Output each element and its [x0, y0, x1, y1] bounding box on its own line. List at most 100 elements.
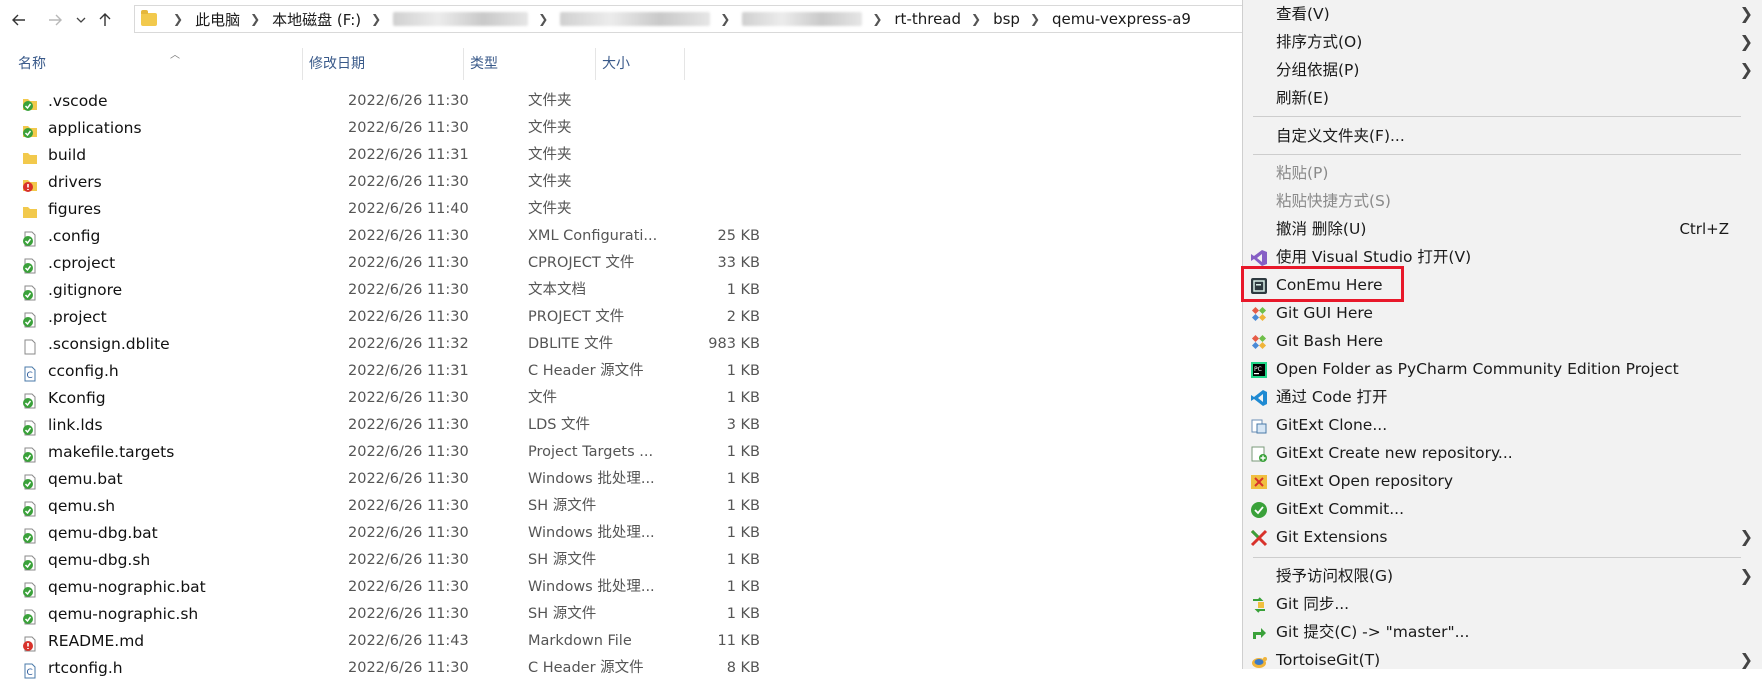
- file-row[interactable]: README.md 2022/6/26 11:43 Markdown File 11 …: [0, 628, 780, 655]
- menu-item-grant-access[interactable]: 授予访问权限(G) ❯: [1243, 562, 1762, 590]
- file-synced-icon: [22, 472, 38, 490]
- menu-item-refresh[interactable]: 刷新(E): [1243, 84, 1762, 112]
- menu-item-label: 粘贴(P): [1276, 164, 1329, 182]
- menu-item-git-gui-here[interactable]: Git GUI Here: [1243, 299, 1762, 327]
- menu-item-undo-delete[interactable]: 撤消 删除(U) Ctrl+Z: [1243, 215, 1762, 243]
- menu-item-label: TortoiseGit(T): [1276, 651, 1381, 669]
- file-row[interactable]: .vscode 2022/6/26 11:30 文件夹: [0, 88, 780, 115]
- menu-item-paste-shortcut[interactable]: 粘贴快捷方式(S): [1243, 187, 1762, 215]
- menu-item-gitext-commit[interactable]: GitExt Commit...: [1243, 495, 1762, 523]
- menu-item-customize-folder[interactable]: 自定义文件夹(F)...: [1243, 122, 1762, 150]
- file-size: 1 KB: [726, 498, 760, 514]
- menu-item-open-pycharm[interactable]: PC Open Folder as PyCharm Community Edit…: [1243, 355, 1762, 383]
- breadcrumb-redacted[interactable]: [560, 12, 711, 26]
- file-row[interactable]: Kconfig 2022/6/26 11:30 文件 1 KB: [0, 385, 780, 412]
- breadcrumb-current-folder[interactable]: qemu-vexpress-a9: [1052, 10, 1191, 28]
- file-row[interactable]: qemu-nographic.sh 2022/6/26 11:30 SH 源文件 1 …: [0, 601, 780, 628]
- menu-item-tortoisegit[interactable]: TortoiseGit(T) ❯: [1243, 646, 1762, 674]
- breadcrumb-this-pc[interactable]: 此电脑: [195, 9, 240, 30]
- file-row[interactable]: Ccconfig.h 2022/6/26 11:31 C Header 源文件 1 K…: [0, 358, 780, 385]
- menu-item-gitext-create-repo[interactable]: GitExt Create new repository...: [1243, 439, 1762, 467]
- breadcrumb-local-disk[interactable]: 本地磁盘 (F:): [272, 9, 361, 30]
- file-type: Markdown File: [528, 633, 632, 649]
- file-modified-icon: [22, 634, 38, 652]
- pycharm-icon: PC: [1251, 362, 1267, 378]
- breadcrumb-redacted[interactable]: [742, 12, 863, 26]
- file-date: 2022/6/26 11:30: [348, 579, 469, 595]
- file-row[interactable]: .gitignore 2022/6/26 11:30 文本文档 1 KB: [0, 277, 780, 304]
- breadcrumb-redacted[interactable]: [393, 12, 529, 26]
- recent-locations-button[interactable]: [70, 7, 92, 33]
- file-size: 983 KB: [708, 336, 760, 352]
- file-size: 33 KB: [717, 255, 760, 271]
- file-row[interactable]: qemu.sh 2022/6/26 11:30 SH 源文件 1 KB: [0, 493, 780, 520]
- file-row[interactable]: qemu-dbg.bat 2022/6/26 11:30 Windows 批处理..…: [0, 520, 780, 547]
- file-row[interactable]: qemu.bat 2022/6/26 11:30 Windows 批处理... 1 K…: [0, 466, 780, 493]
- file-row[interactable]: makefile.targets 2022/6/26 11:30 Project T…: [0, 439, 780, 466]
- file-synced-icon: [22, 391, 38, 409]
- forward-button[interactable]: [44, 7, 66, 33]
- breadcrumb-bsp[interactable]: bsp: [993, 10, 1020, 28]
- file-row[interactable]: drivers 2022/6/26 11:30 文件夹: [0, 169, 780, 196]
- menu-item-git-sync[interactable]: Git 同步...: [1243, 590, 1762, 618]
- file-synced-icon: [22, 310, 38, 328]
- menu-item-label: 查看(V): [1276, 5, 1330, 23]
- file-name: qemu-dbg.sh: [48, 551, 151, 569]
- file-row[interactable]: .project 2022/6/26 11:30 PROJECT 文件 2 KB: [0, 304, 780, 331]
- menu-item-gitext-open-repo[interactable]: GitExt Open repository: [1243, 467, 1762, 495]
- address-bar[interactable]: ❯ 此电脑 ❯ 本地磁盘 (F:) ❯ ❯ ❯ ❯ rt-thread ❯ bs…: [134, 5, 1349, 33]
- up-button[interactable]: [94, 7, 116, 33]
- file-row[interactable]: .sconsign.dblite 2022/6/26 11:32 DBLITE 文件…: [0, 331, 780, 358]
- file-type: PROJECT 文件: [528, 309, 625, 325]
- file-date: 2022/6/26 11:30: [348, 552, 469, 568]
- menu-item-git-bash-here[interactable]: Git Bash Here: [1243, 327, 1762, 355]
- shortcut-label: Ctrl+Z: [1679, 220, 1729, 238]
- chevron-right-icon: ❯: [173, 12, 184, 26]
- file-name: README.md: [48, 632, 145, 650]
- breadcrumb-rt-thread[interactable]: rt-thread: [894, 10, 961, 28]
- gitext-create-icon: [1251, 446, 1267, 462]
- file-row[interactable]: qemu-nographic.bat 2022/6/26 11:30 Windows…: [0, 574, 780, 601]
- folder-icon: [22, 148, 38, 164]
- file-row[interactable]: link.lds 2022/6/26 11:30 LDS 文件 3 KB: [0, 412, 780, 439]
- file-type: 文件夹: [528, 147, 572, 163]
- menu-separator: [1253, 154, 1741, 155]
- menu-item-view[interactable]: 查看(V) ❯: [1243, 0, 1762, 28]
- folder-modified-icon: [22, 175, 38, 192]
- file-row[interactable]: build 2022/6/26 11:31 文件夹: [0, 142, 780, 169]
- file-type: DBLITE 文件: [528, 336, 614, 352]
- menu-item-label: 通过 Code 打开: [1276, 388, 1388, 406]
- menu-item-paste[interactable]: 粘贴(P): [1243, 159, 1762, 187]
- menu-item-sort[interactable]: 排序方式(O) ❯: [1243, 28, 1762, 56]
- file-row[interactable]: figures 2022/6/26 11:40 文件夹: [0, 196, 780, 223]
- menu-item-gitext-clone[interactable]: GitExt Clone...: [1243, 411, 1762, 439]
- file-type: C Header 源文件: [528, 363, 644, 379]
- file-row[interactable]: qemu-dbg.sh 2022/6/26 11:30 SH 源文件 1 KB: [0, 547, 780, 574]
- file-synced-icon: [22, 580, 38, 598]
- file-type: CPROJECT 文件: [528, 255, 635, 271]
- context-menu: 查看(V) ❯ 排序方式(O) ❯ 分组依据(P) ❯ 刷新(E) 自定义文件夹(F)…: [1242, 0, 1762, 669]
- gitext-commit-icon: [1251, 502, 1267, 518]
- menu-item-git-commit[interactable]: Git 提交(C) -> "master"...: [1243, 618, 1762, 646]
- column-date[interactable]: 修改日期: [303, 48, 463, 80]
- menu-item-git-extensions[interactable]: Git Extensions ❯: [1243, 523, 1762, 551]
- file-size: 1 KB: [726, 525, 760, 541]
- menu-item-group[interactable]: 分组依据(P) ❯: [1243, 56, 1762, 84]
- column-name[interactable]: 名称: [12, 48, 302, 80]
- chevron-right-icon: ❯: [1739, 60, 1753, 79]
- column-size[interactable]: 大小: [596, 48, 684, 80]
- file-row[interactable]: .config 2022/6/26 11:30 XML Configurati...…: [0, 223, 780, 250]
- file-name: build: [48, 146, 87, 164]
- back-button[interactable]: [8, 7, 30, 33]
- file-row[interactable]: .cproject 2022/6/26 11:30 CPROJECT 文件 33 KB: [0, 250, 780, 277]
- menu-item-open-vscode[interactable]: 通过 Code 打开: [1243, 383, 1762, 411]
- file-date: 2022/6/26 11:32: [348, 336, 469, 352]
- file-type: Windows 批处理...: [528, 579, 655, 595]
- column-type[interactable]: 类型: [464, 48, 594, 80]
- file-name: qemu.sh: [48, 497, 116, 515]
- file-row[interactable]: applications 2022/6/26 11:30 文件夹: [0, 115, 780, 142]
- column-divider[interactable]: [684, 48, 685, 80]
- tortoisegit-icon: [1252, 657, 1267, 668]
- file-type: XML Configurati...: [528, 228, 658, 244]
- menu-item-label: GitExt Open repository: [1276, 472, 1454, 490]
